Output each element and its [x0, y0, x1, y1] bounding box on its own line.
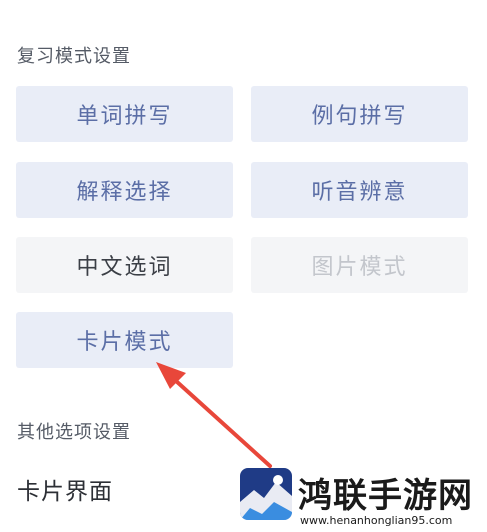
watermark: 鸿联手游网 www.henanhonglian95.com — [236, 466, 487, 532]
card-interface-label[interactable]: 卡片界面 — [17, 472, 113, 506]
mode-definition-choice-button[interactable]: 解释选择 — [16, 162, 233, 218]
mode-sentence-spelling-button[interactable]: 例句拼写 — [251, 86, 468, 142]
mode-card-button[interactable]: 卡片模式 — [16, 312, 233, 368]
mode-chinese-word-choice-button[interactable]: 中文选词 — [16, 237, 233, 293]
mode-word-spelling-button[interactable]: 单词拼写 — [16, 86, 233, 142]
mode-listening-meaning-button[interactable]: 听音辨意 — [251, 162, 468, 218]
arrow-shaft — [163, 369, 272, 468]
other-settings-title: 其他选项设置 — [17, 422, 131, 443]
review-mode-settings-title: 复习模式设置 — [17, 46, 131, 67]
site-logo-icon — [240, 468, 292, 520]
watermark-title: 鸿联手游网 — [298, 476, 473, 516]
mode-picture-button[interactable]: 图片模式 — [251, 237, 468, 293]
watermark-url: www.henanhonglian95.com — [300, 514, 453, 527]
